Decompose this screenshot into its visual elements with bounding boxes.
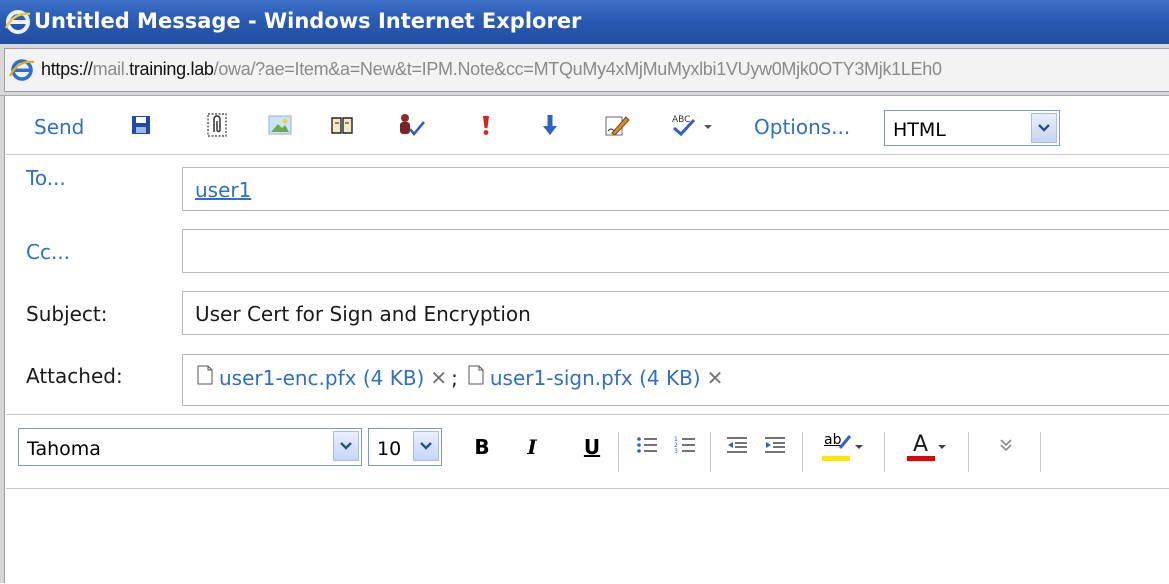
message-format-select[interactable]: HTML xyxy=(884,110,1060,146)
recipient-user1[interactable]: user1 xyxy=(195,178,251,202)
divider xyxy=(802,432,803,472)
ie-icon xyxy=(4,8,32,41)
font-size-value: 10 xyxy=(377,438,402,460)
font-color-glyph: A xyxy=(913,432,929,457)
url-domain: training.lab xyxy=(129,59,214,79)
attachment-link[interactable]: user1-enc.pfx (4 KB) xyxy=(219,366,424,390)
document-icon xyxy=(197,365,213,390)
send-button[interactable]: Send xyxy=(34,100,84,154)
remove-attachment-icon[interactable]: ✕ xyxy=(707,366,724,390)
decrease-indent-button[interactable] xyxy=(722,428,752,466)
chevron-down-icon[interactable] xyxy=(333,431,359,461)
decrease-indent-icon xyxy=(726,435,748,459)
divider xyxy=(884,432,885,472)
address-bar: https://mail.training.lab/owa/?ae=Item&a… xyxy=(0,44,1169,96)
url-subdomain: mail. xyxy=(92,59,130,79)
divider xyxy=(1040,432,1041,472)
font-size-select[interactable]: 10 xyxy=(368,428,442,466)
chevron-down-icon xyxy=(855,445,863,449)
send-label: Send xyxy=(34,115,85,139)
highlight-icon: ab xyxy=(822,432,854,462)
subject-value: User Cert for Sign and Encryption xyxy=(195,302,531,326)
increase-indent-button[interactable] xyxy=(760,428,790,466)
divider xyxy=(6,154,1169,155)
italic-button[interactable]: I xyxy=(518,428,546,466)
attachments-field: user1-enc.pfx (4 KB) ✕ ; user1-sign.pfx … xyxy=(182,354,1169,406)
highlight-color-bar xyxy=(822,456,850,461)
divider xyxy=(968,432,969,472)
svg-text:3: 3 xyxy=(674,448,678,455)
compose-toolbar: Send ABC Options... HTML xyxy=(6,100,1169,154)
attached-label: Attached: xyxy=(26,364,123,388)
to-button[interactable]: To... xyxy=(26,166,66,190)
chevron-down-icon[interactable] xyxy=(413,431,439,461)
check-names-icon xyxy=(396,112,426,142)
to-field[interactable]: user1 xyxy=(182,167,1169,211)
message-body-editor[interactable] xyxy=(6,488,1169,584)
spell-check-icon: ABC xyxy=(670,112,716,142)
low-importance-button[interactable] xyxy=(542,100,558,154)
double-chevron-down-icon xyxy=(999,437,1013,457)
signature-icon xyxy=(604,113,630,141)
subject-field[interactable]: User Cert for Sign and Encryption xyxy=(182,291,1169,335)
check-names-button[interactable] xyxy=(396,100,426,154)
numbered-list-icon: 1 2 3 xyxy=(674,435,696,459)
chevron-down-icon xyxy=(938,445,946,449)
message-format-value: HTML xyxy=(893,119,946,141)
signature-button[interactable] xyxy=(604,100,630,154)
increase-indent-icon xyxy=(764,435,786,459)
formatting-toolbar: Tahoma 10 B I U 1 2 3 ab A xyxy=(6,414,1169,488)
highlight-button[interactable]: ab xyxy=(814,428,872,466)
high-importance-button[interactable] xyxy=(480,100,492,154)
font-color-bar xyxy=(907,456,935,461)
options-label: Options... xyxy=(754,115,851,139)
ie-page-icon xyxy=(9,57,35,87)
document-icon xyxy=(468,365,484,390)
window-title: Untitled Message - Windows Internet Expl… xyxy=(34,9,582,33)
spelling-button[interactable]: ABC xyxy=(670,100,716,154)
remove-attachment-icon[interactable]: ✕ xyxy=(430,366,447,390)
cc-button[interactable]: Cc... xyxy=(26,240,70,264)
address-field[interactable]: https://mail.training.lab/owa/?ae=Item&a… xyxy=(4,48,1169,92)
window-left-border xyxy=(0,96,5,583)
bold-button[interactable]: B xyxy=(468,428,496,466)
window-titlebar: Untitled Message - Windows Internet Expl… xyxy=(0,0,1169,44)
svg-text:ABC: ABC xyxy=(672,115,690,125)
attachment-separator: ; xyxy=(451,365,458,390)
font-name-value: Tahoma xyxy=(27,438,101,460)
image-icon xyxy=(268,114,292,140)
down-arrow-icon xyxy=(542,113,558,141)
attachment-list: user1-enc.pfx (4 KB) ✕ ; user1-sign.pfx … xyxy=(197,365,727,390)
url-scheme: https:// xyxy=(41,59,93,79)
divider xyxy=(618,432,619,472)
attachment-link[interactable]: user1-sign.pfx (4 KB) xyxy=(490,366,701,390)
url-path: /owa/?ae=Item&a=New&t=IPM.Note&cc=MTQuMy… xyxy=(213,59,942,79)
more-options-button[interactable] xyxy=(992,428,1020,466)
address-book-icon xyxy=(330,115,354,139)
attach-file-button[interactable] xyxy=(206,100,228,154)
divider xyxy=(710,432,711,472)
underline-button[interactable]: U xyxy=(578,428,606,466)
font-color-icon: A xyxy=(907,432,937,462)
paperclip-icon xyxy=(206,112,228,142)
address-book-button[interactable] xyxy=(330,100,354,154)
floppy-disk-icon xyxy=(130,114,152,140)
exclamation-icon xyxy=(480,114,492,140)
options-button[interactable]: Options... xyxy=(754,100,850,154)
font-color-button[interactable]: A xyxy=(898,428,956,466)
cc-field[interactable] xyxy=(182,229,1169,273)
bulleted-list-icon xyxy=(636,435,658,459)
chevron-down-icon[interactable] xyxy=(1031,113,1057,143)
subject-label: Subject: xyxy=(26,302,108,326)
save-button[interactable] xyxy=(130,100,152,154)
bullets-button[interactable] xyxy=(632,428,662,466)
numbering-button[interactable]: 1 2 3 xyxy=(670,428,700,466)
url-text: https://mail.training.lab/owa/?ae=Item&a… xyxy=(41,59,942,80)
insert-image-button[interactable] xyxy=(268,100,292,154)
font-name-select[interactable]: Tahoma xyxy=(18,428,362,466)
